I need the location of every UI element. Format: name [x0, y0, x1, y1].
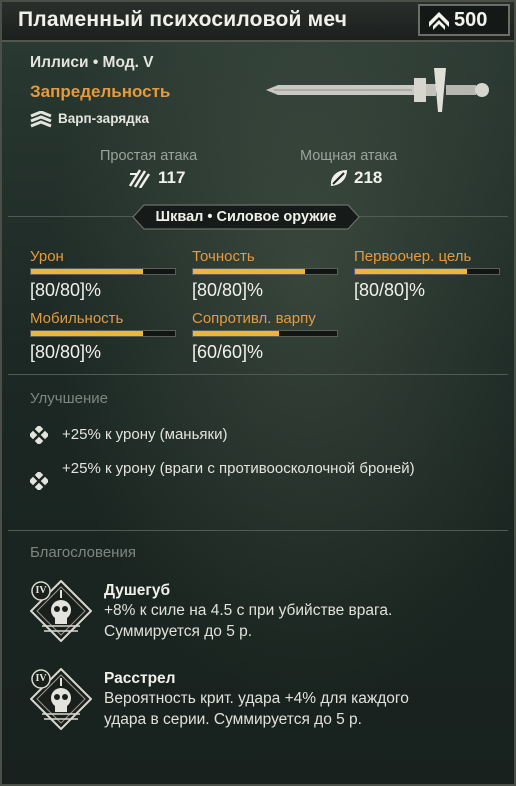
stat-bar-fill: [31, 331, 144, 336]
item-perk-label: Варп-зарядка: [58, 111, 149, 126]
sword-icon: [266, 68, 489, 112]
stat-bar-priority-target: [354, 268, 500, 275]
divider: [8, 530, 508, 531]
improvement-section-title: Улучшение: [30, 390, 108, 407]
light-attack-value: 117: [158, 168, 186, 187]
blessing-name: Расстрел: [104, 670, 176, 687]
item-rating-badge: 500: [418, 4, 510, 36]
blessing-name: Душегуб: [104, 582, 171, 599]
blessings-section-title: Благословения: [30, 544, 136, 561]
stat-bar-fill: [193, 269, 306, 274]
stat-label-damage: Урон: [30, 248, 64, 265]
improvement-text: +25% к урону (маньяки): [62, 426, 228, 443]
item-tooltip-card: Пламенный психосиловой меч 500 Иллиси • …: [0, 0, 516, 786]
stat-bar-mobility: [30, 330, 176, 337]
heavy-attack-value: 218: [354, 168, 383, 187]
item-rating-value: 500: [454, 9, 488, 31]
stat-value-priority-target: [80/80]%: [354, 280, 426, 300]
stat-bar-warp-resistance: [192, 330, 338, 337]
heavy-attack-icon: [330, 170, 347, 186]
blessing-tier-label: IV: [35, 585, 47, 596]
blessing-description: +8% к силе на 4.5 с при убийстве врага. …: [104, 602, 393, 640]
stat-value-warp-resistance: [60/60]%: [192, 342, 264, 362]
stat-bar-fill: [355, 269, 468, 274]
stat-label-priority-target: Первоочер. цель: [354, 248, 472, 265]
tooltip-header: Пламенный психосиловой меч 500: [2, 2, 514, 42]
item-subtitle: Иллиси • Мод. V: [30, 54, 154, 71]
item-rarity: Запредельность: [30, 82, 171, 101]
stat-value-mobility: [80/80]%: [30, 342, 102, 362]
weapon-family-tag: Шквал • Силовое оружие: [132, 204, 360, 230]
stat-label-mobility: Мобильность: [30, 310, 124, 327]
modifier-diamond-icon: [30, 472, 48, 490]
stat-bar-fill: [193, 331, 280, 336]
stat-value-accuracy: [80/80]%: [192, 280, 264, 300]
stat-bar-fill: [31, 269, 144, 274]
stat-label-warp-resistance: Сопротивл. варпу: [192, 310, 316, 327]
divider: [8, 374, 508, 375]
stat-value-damage: [80/80]%: [30, 280, 102, 300]
item-title: Пламенный психосиловой меч: [18, 8, 348, 31]
improvement-text: +25% к урону (враги с противоосколочной …: [62, 460, 415, 477]
blessing-tier-label: IV: [35, 673, 47, 684]
light-attack-icon: [128, 169, 150, 188]
stat-bar-damage: [30, 268, 176, 275]
blessing-description: Вероятность крит. удара +4% для каждого …: [104, 690, 409, 728]
rating-chevron-icon: [429, 12, 449, 30]
stat-label-accuracy: Точность: [192, 248, 255, 265]
weapon-family-label: Шквал • Силовое оружие: [155, 209, 337, 225]
modifier-diamond-icon: [30, 426, 48, 444]
light-attack-label: Простая атака: [100, 148, 198, 164]
warp-charge-icon: [30, 111, 52, 128]
stat-bar-accuracy: [192, 268, 338, 275]
heavy-attack-label: Мощная атака: [300, 148, 398, 164]
